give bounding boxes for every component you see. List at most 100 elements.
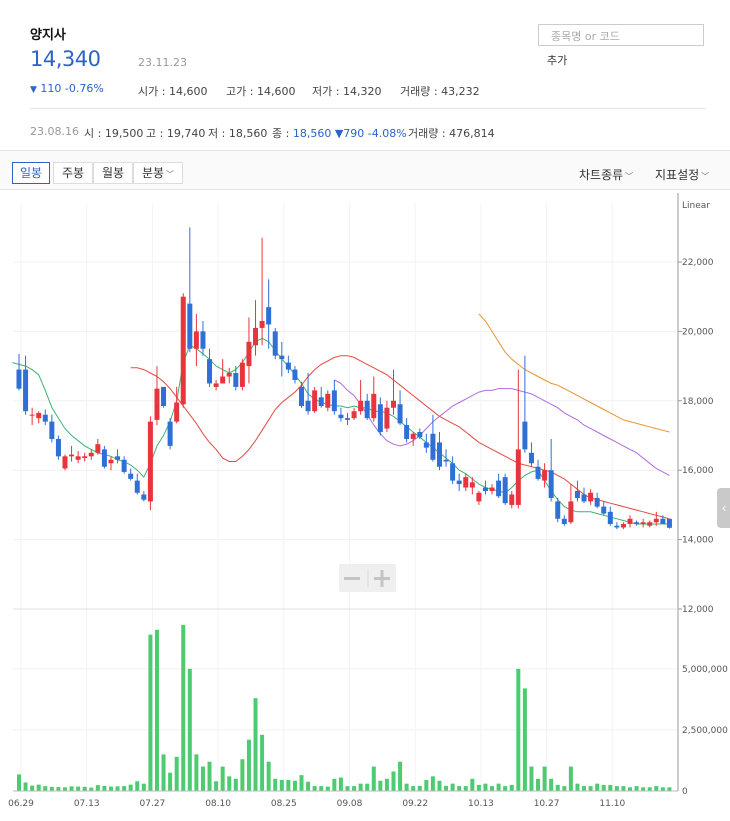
indicator-settings-dropdown[interactable]: 지표설정 ﹀ [655, 166, 709, 183]
volume-bar [82, 786, 87, 791]
tab-minute[interactable]: 분봉 ﹀ [133, 162, 183, 184]
price-tick-label: 22,000 [682, 258, 714, 268]
low-label: 저가 [312, 85, 333, 98]
volume-bar [444, 785, 449, 791]
candle-body [193, 331, 199, 349]
volume-bar [562, 786, 567, 791]
high-value: 14,600 [256, 85, 296, 98]
tab-daily[interactable]: 일봉 [12, 162, 50, 184]
price-date: 23.11.23 [138, 56, 187, 69]
x-tick-label: 10.13 [468, 799, 494, 809]
candle-body [384, 407, 390, 429]
price-tick-label: 14,000 [682, 536, 714, 546]
minus-icon[interactable] [344, 577, 360, 580]
candle-body [463, 477, 469, 488]
volume-bar [108, 786, 113, 791]
volume-bar [279, 780, 284, 791]
volume-bar [214, 781, 219, 791]
volume-bar [128, 784, 133, 791]
chevron-left-icon[interactable]: ‹ [717, 488, 730, 528]
candle-body [42, 414, 48, 422]
volume-bar [371, 766, 376, 791]
volume-bar [135, 781, 140, 791]
candle-body [55, 438, 61, 457]
volume-bar [292, 780, 297, 791]
volume-bar [516, 668, 521, 791]
candle-body [141, 494, 147, 500]
volume-bar [36, 784, 41, 791]
volume-bar [437, 780, 442, 791]
volume-bar [56, 787, 61, 791]
candle-body [528, 452, 534, 464]
volume-bar [470, 778, 475, 791]
volume-bar [62, 787, 67, 791]
volume-bar [148, 634, 153, 791]
indicator-settings-label: 지표설정 [655, 168, 700, 182]
volume-bar [76, 786, 81, 791]
candle-body [377, 404, 383, 433]
candle-body [88, 452, 94, 457]
volume-bar [660, 787, 665, 791]
candle-body [397, 404, 403, 424]
candle-body [476, 492, 482, 502]
tab-weekly[interactable]: 주봉 [53, 162, 93, 184]
volume-bar [168, 772, 173, 791]
hover-volume-value: 476,814 [449, 127, 495, 140]
volume-bar [595, 783, 600, 791]
open-price: 시가 : 14,600 [138, 85, 208, 98]
price-tick-label: 18,000 [682, 397, 714, 407]
high-label: 고가 [226, 85, 247, 98]
candle-body [29, 414, 35, 416]
stock-search-input[interactable] [549, 26, 693, 47]
x-tick-label: 06.29 [8, 799, 34, 809]
stock-name: 양지사 [30, 28, 66, 43]
volume-bar [253, 698, 258, 791]
zoom-control [339, 564, 396, 592]
hover-high: 고 : 19,740 [146, 127, 206, 140]
candle-body [233, 373, 239, 387]
candle-body [200, 331, 206, 349]
hover-change-pct: -4.08% [367, 127, 407, 140]
candle-body [266, 307, 272, 325]
current-price: 14,340 [30, 47, 101, 71]
candle-body [101, 449, 107, 467]
hover-high-label: 고 [146, 127, 157, 140]
candle-body [469, 482, 475, 488]
candle-body [542, 470, 548, 481]
price-tick-label: 16,000 [682, 466, 714, 476]
candle-body [312, 390, 318, 412]
candle-body [115, 456, 121, 460]
volume-bar [522, 688, 527, 791]
candle-body [69, 454, 75, 457]
candle-body [23, 369, 29, 412]
candle-body [180, 296, 186, 405]
scale-label: Linear [682, 201, 710, 211]
hover-open-label: 시 [84, 127, 95, 140]
volume-bar [450, 783, 455, 791]
volume-bar [490, 786, 495, 791]
candle-body [345, 418, 350, 420]
price-chart[interactable]: 12,000 14,000 16,000 18,000 20,000 22,000 0 2,5… [0, 190, 730, 821]
change-percent: -0.76% [64, 82, 104, 95]
candle-body [174, 402, 180, 422]
candle-body [450, 463, 456, 481]
candle-body [568, 501, 574, 523]
candle-body [292, 369, 298, 380]
volume-bar [496, 783, 501, 791]
volume-bar [161, 754, 166, 791]
volume-bar [555, 784, 560, 791]
volume-bar [614, 786, 619, 791]
chart-axes: 12,000 14,000 16,000 18,000 20,000 22,000 0 2,5… [8, 193, 728, 809]
candle-body [443, 459, 449, 462]
chart-type-dropdown[interactable]: 차트종류 ﹀ [579, 166, 633, 183]
candle-body [62, 456, 68, 469]
hover-open: 시 : 19,500 [84, 127, 144, 140]
volume-bar [391, 771, 396, 791]
add-button[interactable]: 추가 [547, 52, 567, 68]
candle-body [647, 522, 653, 526]
stock-search-box[interactable] [538, 24, 704, 47]
candle-body [581, 494, 587, 502]
candle-body [187, 303, 193, 349]
tab-monthly[interactable]: 월봉 [93, 162, 133, 184]
volume-bar [352, 786, 357, 791]
